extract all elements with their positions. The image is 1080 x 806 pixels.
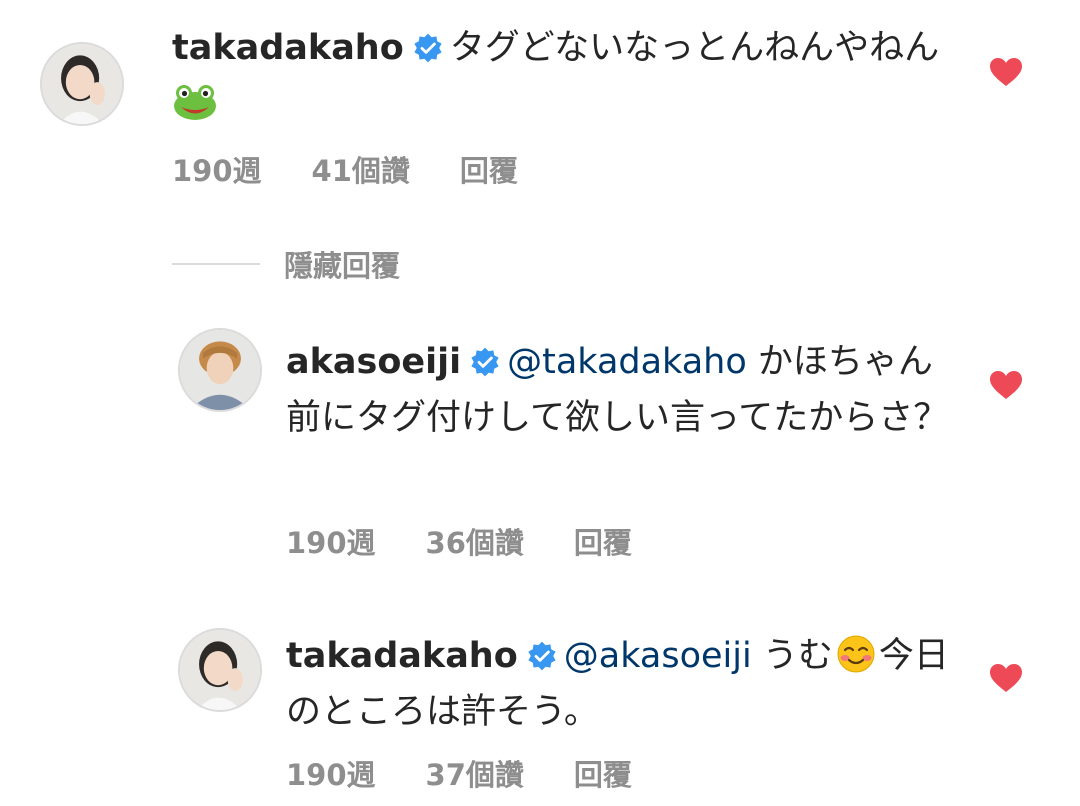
comment-text: takadakaho @akasoeiji うむ 今日のところは許そう。 [286, 628, 961, 740]
username[interactable]: akasoeiji [286, 342, 461, 382]
mention-link[interactable]: @takadakaho [507, 342, 747, 382]
likes-count[interactable]: 37個讚 [426, 752, 524, 794]
comment-meta: 190週 37個讚 回覆 [286, 752, 682, 794]
username[interactable]: takadakaho [286, 636, 518, 676]
reply-button[interactable]: 回覆 [460, 148, 518, 190]
like-heart-icon[interactable] [989, 370, 1023, 400]
verified-badge-icon [469, 346, 501, 378]
verified-badge-icon [412, 32, 444, 64]
avatar[interactable] [40, 42, 124, 126]
timestamp: 190週 [286, 526, 376, 560]
timestamp: 190週 [172, 154, 262, 188]
avatar[interactable] [178, 328, 262, 412]
comment-meta: 190週 36個讚 回覆 [286, 520, 682, 562]
reply-button[interactable]: 回覆 [574, 752, 632, 794]
reply-button[interactable]: 回覆 [574, 520, 632, 562]
like-heart-icon[interactable] [989, 57, 1023, 87]
divider-line [172, 263, 260, 265]
smiling-blush-emoji-icon [833, 634, 879, 674]
likes-count[interactable]: 36個讚 [426, 520, 524, 562]
comment-body-start: うむ [762, 636, 833, 676]
like-heart-icon[interactable] [989, 663, 1023, 693]
likes-count[interactable]: 41個讚 [312, 148, 410, 190]
hide-replies-label[interactable]: 隱藏回覆 [284, 243, 400, 285]
comment-text: takadakaho タグどないなっとんねんやねん [172, 20, 962, 132]
comment-body: タグどないなっとんねんやねん [449, 28, 940, 68]
hide-replies-toggle[interactable]: 隱藏回覆 [172, 242, 400, 286]
timestamp: 190週 [286, 758, 376, 792]
verified-badge-icon [526, 640, 558, 672]
username[interactable]: takadakaho [172, 28, 404, 68]
comment-meta: 190週 41個讚 回覆 [172, 148, 568, 190]
frog-emoji-icon [172, 82, 218, 122]
comment-text: akasoeiji @takadakaho かほちゃん前にタグ付けして欲しい言って… [286, 334, 961, 446]
avatar[interactable] [178, 628, 262, 712]
mention-link[interactable]: @akasoeiji [564, 636, 752, 676]
